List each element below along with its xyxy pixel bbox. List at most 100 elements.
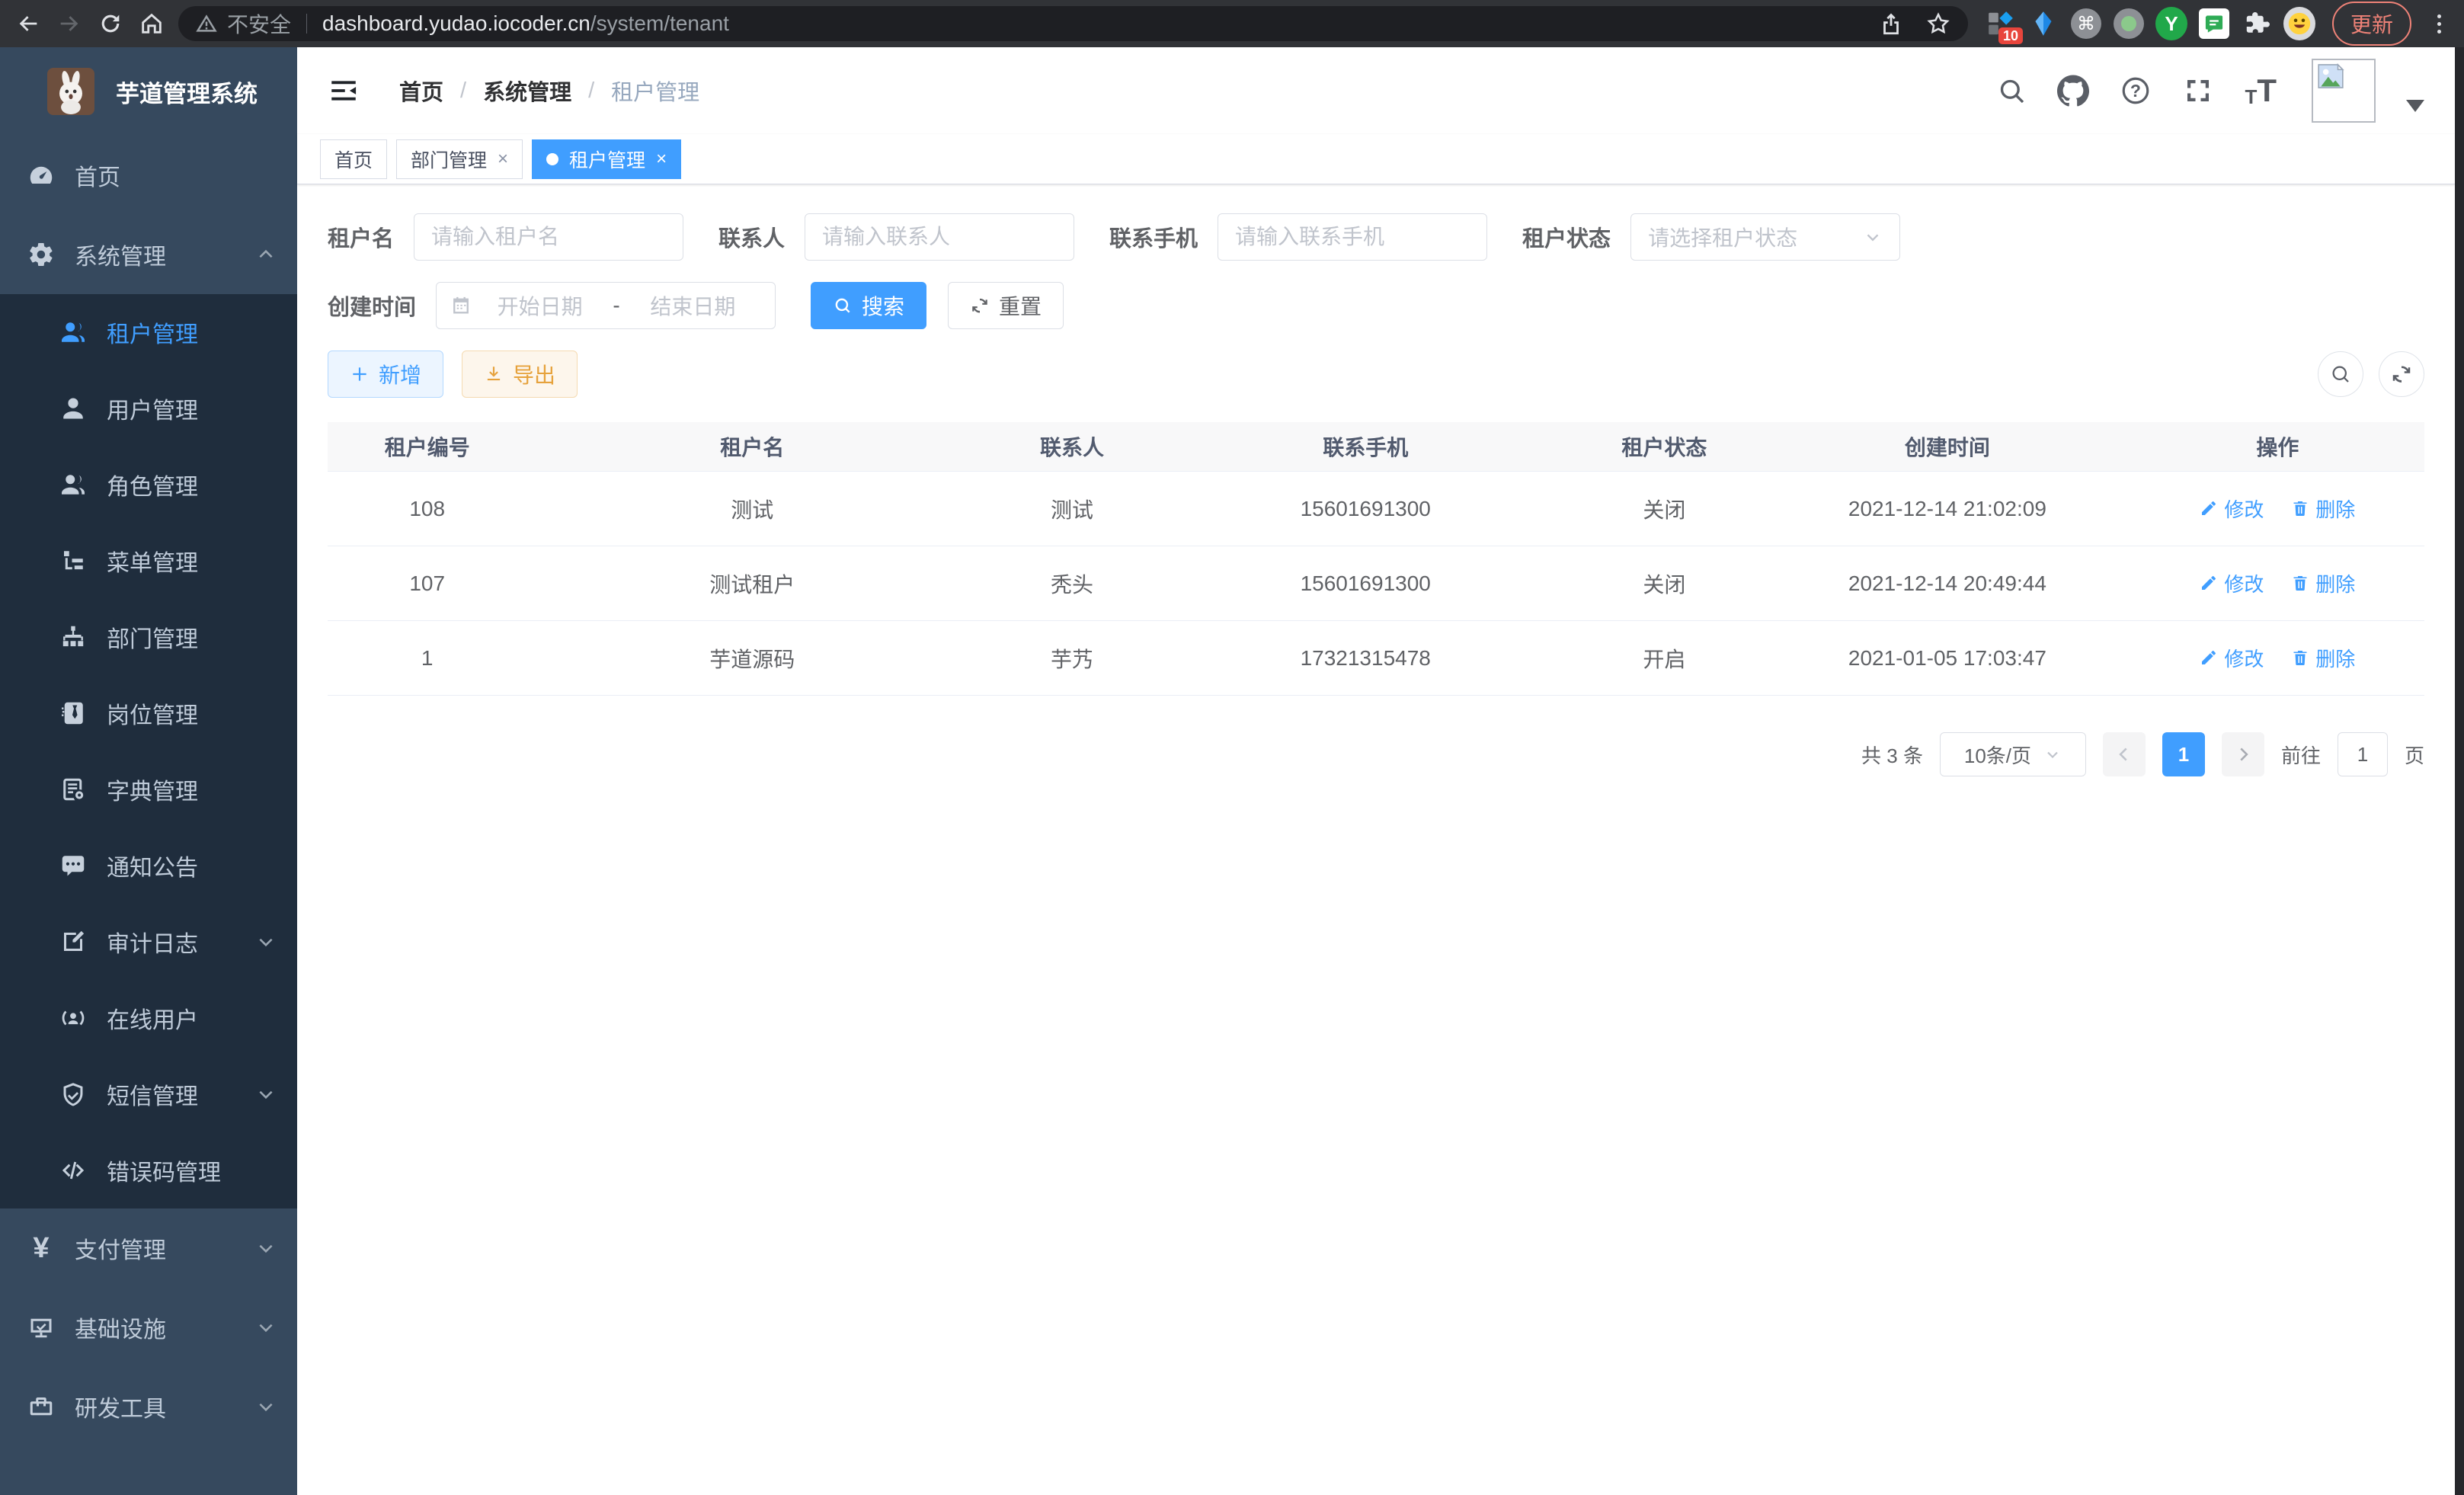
sidebar-item-system[interactable]: 系统管理	[0, 215, 297, 294]
svg-text:?: ?	[2131, 81, 2142, 101]
page-number-current[interactable]: 1	[2162, 732, 2205, 776]
mobile-label: 联系手机	[1109, 221, 1218, 253]
sidebar-item-user[interactable]: 用户管理	[0, 370, 297, 447]
cell-mobile: 15601691300	[1166, 571, 1565, 596]
browser-update-button[interactable]: 更新	[2332, 2, 2411, 46]
close-icon[interactable]: ×	[656, 149, 667, 170]
extension-emoji-icon[interactable]	[2283, 8, 2315, 40]
extension-chat-icon[interactable]	[2198, 8, 2230, 40]
sidebar-item-label: 岗位管理	[107, 696, 276, 730]
cell-contact: 芋艿	[978, 643, 1166, 674]
add-button[interactable]: 新增	[328, 351, 443, 398]
sidebar-item-post[interactable]: 岗位管理	[0, 675, 297, 751]
filter-mobile: 联系手机	[1109, 213, 1487, 261]
extension-record-icon[interactable]	[2113, 8, 2145, 40]
tenant-name-input[interactable]	[414, 213, 683, 261]
sidebar-item-notice[interactable]: 通知公告	[0, 828, 297, 904]
font-size-icon[interactable]: TT	[2245, 72, 2277, 109]
url-text[interactable]: dashboard.yudao.iocoder.cn/system/tenant	[322, 11, 729, 36]
table-row[interactable]: 1 芋道源码 芋艿 17321315478 开启 2021-01-05 17:0…	[328, 621, 2424, 696]
app-logo-row[interactable]: 芋道管理系统	[0, 47, 297, 136]
tenant-name-label: 租户名	[328, 221, 414, 253]
tab-tenant[interactable]: 租户管理 ×	[532, 139, 681, 179]
delete-link[interactable]: 删除	[2291, 569, 2355, 597]
sidebar-item-audit-log[interactable]: 审计日志	[0, 904, 297, 980]
extension-command-icon[interactable]: ⌘	[2070, 8, 2102, 40]
page-content: 租户名 联系人 联系手机 租户状态 请选择租户状态 创建时间	[297, 184, 2455, 776]
breadcrumb-system[interactable]: 系统管理	[483, 75, 571, 107]
sidebar-item-dept[interactable]: 部门管理	[0, 599, 297, 675]
fullscreen-icon[interactable]	[2182, 75, 2214, 107]
extensions-puzzle-icon[interactable]	[2241, 8, 2273, 40]
delete-link[interactable]: 删除	[2291, 495, 2355, 523]
edit-link[interactable]: 修改	[2200, 495, 2264, 523]
cell-created: 2021-01-05 17:03:47	[1764, 646, 2131, 671]
tab-dept[interactable]: 部门管理 ×	[396, 139, 523, 179]
status-select[interactable]: 请选择租户状态	[1630, 213, 1900, 261]
cell-created: 2021-12-14 20:49:44	[1764, 571, 2131, 596]
tab-home[interactable]: 首页	[320, 139, 387, 179]
column-header: 创建时间	[1764, 431, 2131, 462]
sidebar-item-home[interactable]: 首页	[0, 136, 297, 215]
security-label[interactable]: 不安全	[227, 8, 291, 39]
sidebar-item-infrastructure[interactable]: 基础设施	[0, 1288, 297, 1367]
user-avatar[interactable]	[2312, 59, 2376, 123]
error-code-icon	[59, 1157, 87, 1184]
contact-input[interactable]	[805, 213, 1074, 261]
home-icon	[139, 11, 165, 37]
github-icon[interactable]	[2057, 75, 2089, 107]
table-row[interactable]: 108 测试 测试 15601691300 关闭 2021-12-14 21:0…	[328, 472, 2424, 546]
sidebar-fold-icon[interactable]	[328, 75, 360, 107]
goto-page-input[interactable]	[2338, 732, 2388, 776]
address-bar[interactable]: 不安全 dashboard.yudao.iocoder.cn/system/te…	[178, 6, 1968, 41]
sidebar-item-tenant[interactable]: 租户管理	[0, 294, 297, 370]
header-search-icon[interactable]	[1996, 75, 2027, 106]
goto-label: 前往	[2281, 741, 2321, 769]
close-icon[interactable]: ×	[498, 149, 508, 170]
toggle-search-button[interactable]	[2318, 351, 2363, 397]
browser-forward-button[interactable]	[49, 3, 90, 44]
breadcrumb-home[interactable]: 首页	[399, 75, 443, 107]
refresh-table-button[interactable]	[2379, 351, 2424, 397]
next-page-button[interactable]	[2222, 732, 2264, 776]
extension-kite-icon[interactable]	[2027, 8, 2059, 40]
search-button[interactable]: 搜索	[811, 282, 926, 329]
browser-menu-icon[interactable]	[2428, 14, 2450, 34]
sidebar-item-devtools[interactable]: 研发工具	[0, 1367, 297, 1446]
edit-link[interactable]: 修改	[2200, 569, 2264, 597]
browser-reload-button[interactable]	[90, 3, 131, 44]
browser-back-button[interactable]	[8, 3, 49, 44]
share-icon[interactable]	[1878, 11, 1904, 37]
extension-y-icon[interactable]: Y	[2155, 8, 2187, 40]
browser-home-button[interactable]	[131, 3, 172, 44]
edit-link[interactable]: 修改	[2200, 644, 2264, 672]
filter-row-2: 创建时间 开始日期 - 结束日期 搜索 重置	[328, 282, 2424, 329]
tags-view-bar: 首页 部门管理 × 租户管理 ×	[297, 134, 2455, 184]
chevron-down-icon	[256, 1317, 276, 1337]
cell-actions: 修改 删除	[2131, 644, 2424, 673]
dashboard-icon	[27, 162, 55, 189]
mobile-input[interactable]	[1218, 213, 1487, 261]
sidebar-item-error-code[interactable]: 错误码管理	[0, 1132, 297, 1208]
sidebar-item-menu[interactable]: 菜单管理	[0, 523, 297, 599]
chevron-down-icon	[1863, 227, 1883, 247]
table-row[interactable]: 107 测试租户 秃头 15601691300 关闭 2021-12-14 20…	[328, 546, 2424, 621]
help-icon[interactable]: ?	[2120, 75, 2152, 107]
prev-page-button[interactable]	[2103, 732, 2146, 776]
extension-grid-icon[interactable]: 10	[1985, 8, 2017, 40]
sidebar-item-dict[interactable]: 字典管理	[0, 751, 297, 828]
bookmark-star-icon[interactable]	[1925, 11, 1951, 37]
date-range-picker[interactable]: 开始日期 - 结束日期	[436, 282, 776, 329]
sidebar-item-role[interactable]: 角色管理	[0, 447, 297, 523]
reset-button[interactable]: 重置	[948, 282, 1064, 329]
page-size-select[interactable]: 10条/页	[1940, 732, 2086, 776]
delete-link[interactable]: 删除	[2291, 644, 2355, 672]
window-scrollbar[interactable]	[2455, 47, 2464, 1495]
avatar-dropdown-caret-icon[interactable]	[2406, 100, 2424, 112]
cell-created: 2021-12-14 21:02:09	[1764, 497, 2131, 521]
sidebar-item-payment[interactable]: ¥ 支付管理	[0, 1208, 297, 1288]
export-button[interactable]: 导出	[462, 351, 578, 398]
menu-tree-icon	[59, 547, 87, 575]
sidebar-item-sms[interactable]: 短信管理	[0, 1056, 297, 1132]
sidebar-item-online-users[interactable]: 在线用户	[0, 980, 297, 1056]
